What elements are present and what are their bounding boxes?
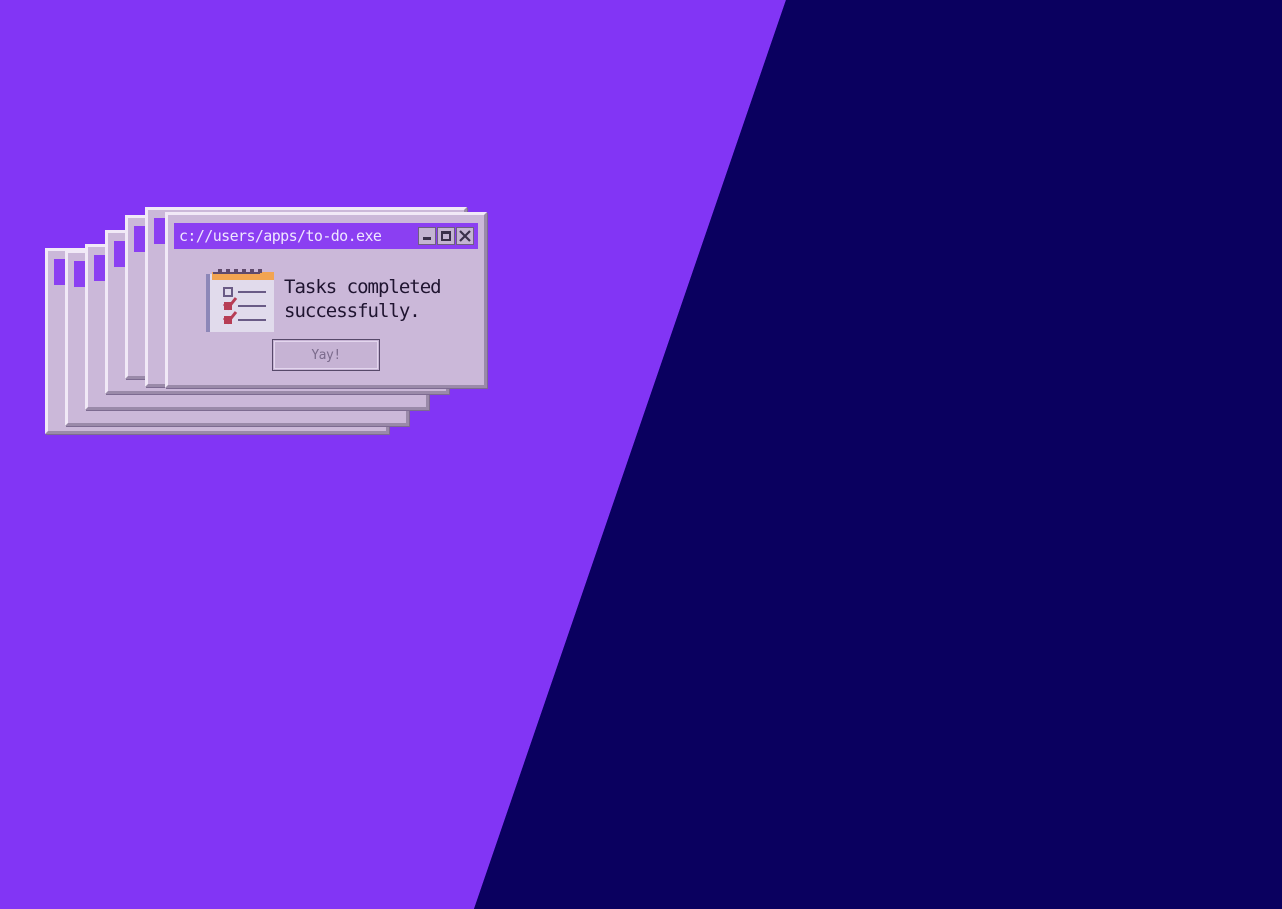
dialog-title: c://users/apps/to-do.exe xyxy=(179,227,382,245)
dialog-message-line-1: Tasks completed xyxy=(284,276,442,298)
checklist-icon xyxy=(204,268,276,338)
todo-dialog[interactable]: c://users/apps/to-do.exe Tasks completed… xyxy=(165,212,487,388)
window-controls xyxy=(418,227,474,245)
yay-button[interactable]: Yay! xyxy=(272,339,380,371)
dialog-titlebar[interactable]: c://users/apps/to-do.exe xyxy=(174,223,478,249)
close-icon[interactable] xyxy=(456,227,474,245)
minimize-icon[interactable] xyxy=(418,227,436,245)
dialog-message-line-2: successfully. xyxy=(284,300,421,322)
dialog-message: Tasks completed successfully. xyxy=(284,275,474,323)
maximize-icon[interactable] xyxy=(437,227,455,245)
